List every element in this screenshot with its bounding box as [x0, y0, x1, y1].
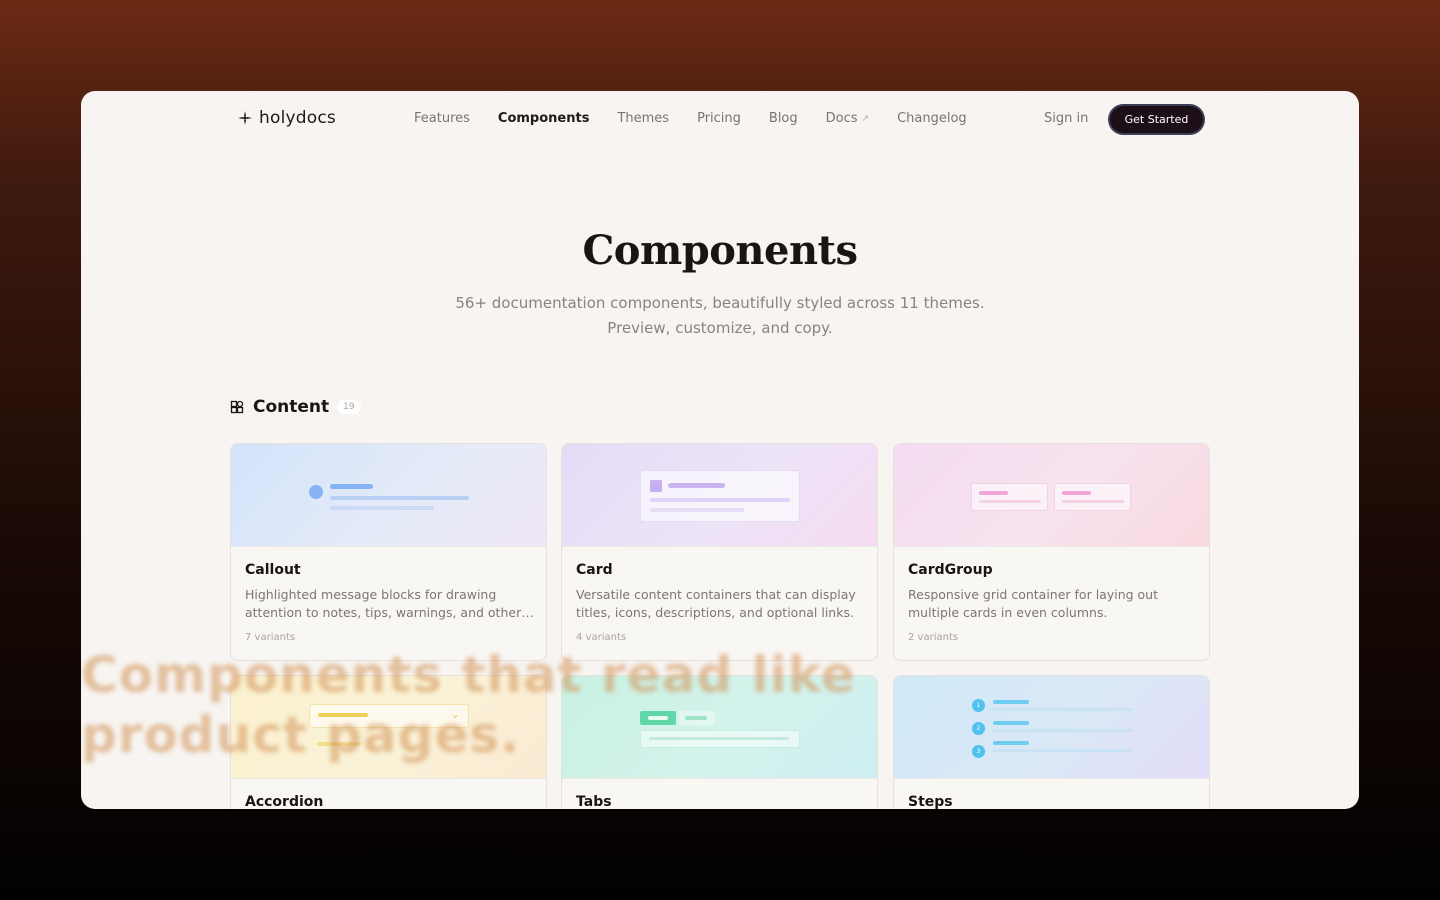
preview-bar [993, 741, 1029, 745]
card-preview [894, 444, 1209, 547]
nav-link-label: Themes [617, 111, 670, 126]
sparkle-icon [238, 111, 252, 125]
nav-link-label: Changelog [897, 111, 967, 126]
nav-link-docs[interactable]: Docs ↗ [826, 111, 869, 126]
step-number: 1 [972, 699, 985, 712]
card-description: Highlighted message blocks for drawing a… [245, 587, 522, 620]
preview-bar [993, 708, 1132, 711]
component-card-card[interactable]: Card Versatile content containers that c… [561, 443, 878, 661]
callout-dot [309, 485, 323, 499]
card-preview [562, 444, 877, 547]
section-title: Content [253, 397, 330, 417]
preview-bar [993, 700, 1029, 704]
preview-bar [1062, 491, 1091, 495]
card-title: CardGroup [908, 562, 993, 578]
card-preview: 1 2 3 [894, 676, 1209, 779]
preview-bar [330, 496, 469, 500]
overlay-line: Components that read like [81, 646, 856, 704]
subtitle-line: Preview, customize, and copy. [607, 319, 833, 337]
preview-bar [993, 749, 1132, 752]
component-card-steps[interactable]: 1 2 3 Steps [893, 675, 1210, 809]
preview-bar [1062, 500, 1124, 503]
sign-in-link[interactable]: Sign in [1044, 111, 1088, 126]
card-title: Steps [908, 794, 953, 809]
card-title: Card [576, 562, 613, 578]
cardgroup-mock-card [1054, 483, 1131, 511]
preview-bar [993, 729, 1132, 732]
card-description: Responsive grid container for laying out… [908, 587, 1158, 620]
card-variants: 2 variants [908, 632, 959, 643]
external-link-icon: ↗ [861, 113, 870, 124]
card-title: Callout [245, 562, 301, 578]
cardgroup-mock-card [971, 483, 1048, 511]
subtitle-line: 56+ documentation components, beautifull… [455, 294, 985, 312]
nav-link-label: Docs [825, 111, 858, 126]
page-subtitle: 56+ documentation components, beautifull… [81, 291, 1359, 341]
logo-text: holydocs [259, 108, 336, 128]
nav-link-changelog[interactable]: Changelog [897, 111, 967, 126]
step-number: 3 [972, 745, 985, 758]
nav-link-components[interactable]: Components [498, 111, 590, 126]
preview-bar [650, 498, 790, 502]
preview-bar [650, 508, 744, 512]
preview-bar [993, 721, 1029, 725]
preview-bar [668, 483, 725, 488]
nav-link-features[interactable]: Features [414, 111, 470, 126]
nav-link-label: Blog [768, 111, 798, 126]
components-icon [230, 400, 244, 413]
preview-bar [979, 500, 1041, 503]
nav-link-label: Components [497, 111, 590, 126]
overlay-line: product pages. [81, 706, 521, 764]
card-mock [640, 470, 800, 522]
preview-bar [330, 506, 434, 510]
component-card-cardgroup[interactable]: CardGroup Responsive grid container for … [893, 443, 1210, 661]
nav-link-blog[interactable]: Blog [769, 111, 798, 126]
preview-bar [979, 491, 1008, 495]
page-title: Components [582, 227, 858, 274]
section-count-badge: 19 [337, 400, 361, 414]
card-description: Versatile content containers that can di… [576, 587, 856, 620]
card-variants: 4 variants [576, 632, 627, 643]
nav-link-themes[interactable]: Themes [617, 111, 669, 126]
nav-links: Features Components Themes Pricing Blog … [414, 111, 995, 126]
top-nav: holydocs Features Components Themes Pric… [81, 91, 1359, 147]
logo[interactable]: holydocs [237, 108, 336, 128]
card-title: Tabs [576, 794, 612, 809]
card-variants: 7 variants [245, 632, 296, 643]
card-preview [231, 444, 546, 547]
card-title: Accordion [245, 794, 324, 809]
get-started-button[interactable]: Get Started [1110, 106, 1203, 133]
browser-window: holydocs Features Components Themes Pric… [81, 91, 1359, 809]
card-mock-icon [650, 480, 662, 492]
nav-link-pricing[interactable]: Pricing [697, 111, 741, 126]
section-header-content: Content 19 [230, 397, 361, 417]
preview-bar [330, 484, 373, 489]
nav-link-label: Features [414, 111, 470, 126]
overlay-tagline: Components that read like product pages. [81, 645, 856, 765]
step-number: 2 [972, 722, 985, 735]
component-card-callout[interactable]: Callout Highlighted message blocks for d… [230, 443, 547, 661]
nav-link-label: Pricing [697, 111, 741, 126]
